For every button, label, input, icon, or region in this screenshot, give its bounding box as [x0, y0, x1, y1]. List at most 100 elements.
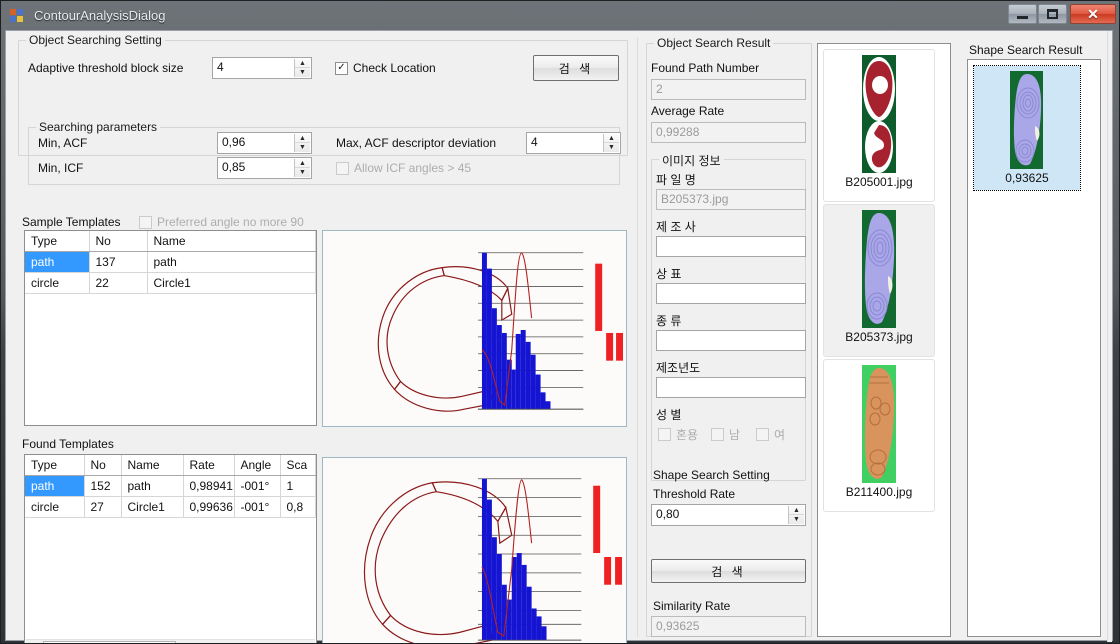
checkbox-unchecked-icon [658, 428, 671, 441]
table-row[interactable]: circle 22 Circle1 [25, 272, 316, 294]
preferred-angle-checkbox[interactable]: Preferred angle no more 90 [139, 215, 304, 229]
adaptive-threshold-label: Adaptive threshold block size [28, 61, 184, 75]
gender-option-female[interactable]: 여 [756, 426, 785, 443]
gender-option-male[interactable]: 남 [711, 426, 740, 443]
spin-down-icon[interactable]: ▼ [295, 143, 310, 152]
spin-up-icon[interactable]: ▲ [295, 134, 310, 143]
max-acf-deviation-value: 4 [531, 135, 538, 149]
found-path-number-label: Found Path Number [651, 61, 760, 75]
min-icf-value: 0,85 [222, 160, 246, 174]
check-location-checkbox[interactable]: ✓ Check Location [335, 61, 436, 75]
checkbox-unchecked-icon [139, 215, 152, 229]
cell-scale: 0,8 [280, 496, 316, 518]
spin-down-icon[interactable]: ▼ [295, 68, 310, 77]
column-header-angle[interactable]: Angle [234, 455, 281, 476]
gender-option-male-label: 남 [729, 428, 741, 442]
scroll-thumb[interactable]: ⋯ [43, 640, 176, 643]
shape-search-button[interactable]: 검 색 [651, 559, 806, 583]
manufacture-year-label: 제조년도 [656, 361, 701, 375]
gender-option-unisex[interactable]: 혼용 [658, 426, 698, 443]
cell-scale: 1 [280, 475, 316, 497]
shape-search-result-list[interactable]: 0,93625 [967, 59, 1101, 637]
adaptive-threshold-input[interactable]: 4 ▲ ▼ [212, 57, 312, 79]
list-item[interactable]: B205373.jpg [823, 204, 935, 357]
min-acf-input[interactable]: 0,96 ▲ ▼ [217, 132, 312, 154]
column-header-type[interactable]: Type [25, 231, 90, 252]
min-acf-spinner[interactable]: ▲ ▼ [294, 134, 310, 152]
list-item[interactable]: B205001.jpg [823, 49, 935, 202]
spin-up-icon[interactable]: ▲ [295, 59, 310, 68]
cell-no: 27 [84, 496, 122, 518]
close-button[interactable]: ✕ [1070, 4, 1116, 24]
found-templates-grid[interactable]: Type No Name Rate Angle Sca path 152 pat… [24, 454, 317, 643]
table-row[interactable]: circle 27 Circle1 0,99636 -001° 0,8 [25, 496, 316, 518]
scroll-right-icon[interactable]: ► [299, 640, 315, 643]
manufacture-year-field[interactable] [656, 377, 806, 398]
shape-result-item[interactable]: 0,93625 [973, 65, 1081, 191]
threshold-rate-label: Threshold Rate [653, 487, 736, 501]
found-templates-title: Found Templates [22, 437, 114, 451]
sample-templates-grid[interactable]: Type No Name path 137 path circle 22 Cir… [24, 230, 317, 426]
column-header-no[interactable]: No [84, 455, 122, 476]
gender-option-female-label: 여 [774, 428, 786, 442]
checkbox-unchecked-icon [756, 428, 769, 441]
sample-template-preview[interactable] [322, 230, 627, 427]
list-item[interactable]: B211400.jpg [823, 359, 935, 512]
spin-up-icon[interactable]: ▲ [295, 159, 310, 168]
average-rate-field: 0,99288 [651, 122, 806, 143]
spin-down-icon[interactable]: ▼ [295, 168, 310, 177]
manufacturer-field[interactable] [656, 236, 806, 257]
cell-name: Circle1 [147, 272, 316, 294]
column-header-type[interactable]: Type [25, 455, 85, 476]
brand-label: 상 표 [656, 267, 682, 281]
max-acf-deviation-spinner[interactable]: ▲ ▼ [603, 134, 619, 152]
kind-field[interactable] [656, 330, 806, 351]
cell-angle: -001° [234, 496, 281, 518]
spin-down-icon[interactable]: ▼ [604, 143, 619, 152]
min-icf-spinner[interactable]: ▲ ▼ [294, 159, 310, 177]
column-header-rate[interactable]: Rate [183, 455, 235, 476]
found-templates-hscrollbar[interactable]: ◄ ⋯ ► [26, 639, 315, 643]
shoe-sole-thumbnail [856, 55, 902, 173]
spin-up-icon[interactable]: ▲ [789, 506, 804, 515]
similarity-rate-label: Similarity Rate [653, 599, 731, 613]
list-item-caption: B211400.jpg [845, 485, 913, 499]
allow-icf-angles-label: Allow ICF angles > 45 [354, 161, 472, 175]
panel-divider [637, 37, 638, 637]
scroll-left-icon[interactable]: ◄ [26, 640, 42, 643]
cell-name: path [147, 251, 316, 273]
cell-no: 152 [84, 475, 122, 497]
dialog-client-area: Object Searching Setting Adaptive thresh… [5, 30, 1113, 643]
max-acf-deviation-input[interactable]: 4 ▲ ▼ [526, 132, 621, 154]
checkbox-checked-icon: ✓ [335, 61, 348, 75]
table-row[interactable]: path 137 path [25, 251, 316, 273]
spin-up-icon[interactable]: ▲ [604, 134, 619, 143]
title-bar[interactable]: ContourAnalysisDialog ✕ [1, 1, 1119, 30]
column-header-no[interactable]: No [89, 231, 148, 252]
object-search-result-title: Object Search Result [654, 36, 774, 50]
maximize-button[interactable] [1038, 4, 1067, 24]
sample-templates-title: Sample Templates [22, 215, 121, 229]
object-search-button[interactable]: 검 색 [533, 55, 619, 81]
shape-search-setting-title: Shape Search Setting [653, 468, 770, 482]
average-rate-label: Average Rate [651, 104, 725, 118]
image-info-title: 이미지 정보 [659, 152, 724, 169]
min-icf-input[interactable]: 0,85 ▲ ▼ [217, 157, 312, 179]
spin-down-icon[interactable]: ▼ [789, 515, 804, 524]
object-searching-setting-title: Object Searching Setting [26, 33, 165, 47]
minimize-button[interactable] [1008, 4, 1037, 24]
object-result-thumbnail-list[interactable]: B205001.jpg B205373.jpg B211400.jpg [817, 43, 951, 637]
checkbox-unchecked-icon [711, 428, 724, 441]
column-header-name[interactable]: Name [121, 455, 184, 476]
found-template-preview[interactable] [322, 457, 627, 643]
cell-type: circle [25, 496, 85, 518]
allow-icf-angles-checkbox[interactable]: Allow ICF angles > 45 [336, 161, 471, 175]
right-scroll-track[interactable] [1107, 31, 1112, 642]
column-header-name[interactable]: Name [147, 231, 316, 252]
brand-field[interactable] [656, 283, 806, 304]
threshold-rate-spinner[interactable]: ▲ ▼ [788, 506, 804, 524]
table-row[interactable]: path 152 path 0,98941 -001° 1 [25, 475, 316, 497]
threshold-rate-input[interactable]: 0,80 ▲ ▼ [651, 504, 806, 526]
adaptive-threshold-spinner[interactable]: ▲ ▼ [294, 59, 310, 77]
column-header-scale[interactable]: Sca [280, 455, 316, 476]
